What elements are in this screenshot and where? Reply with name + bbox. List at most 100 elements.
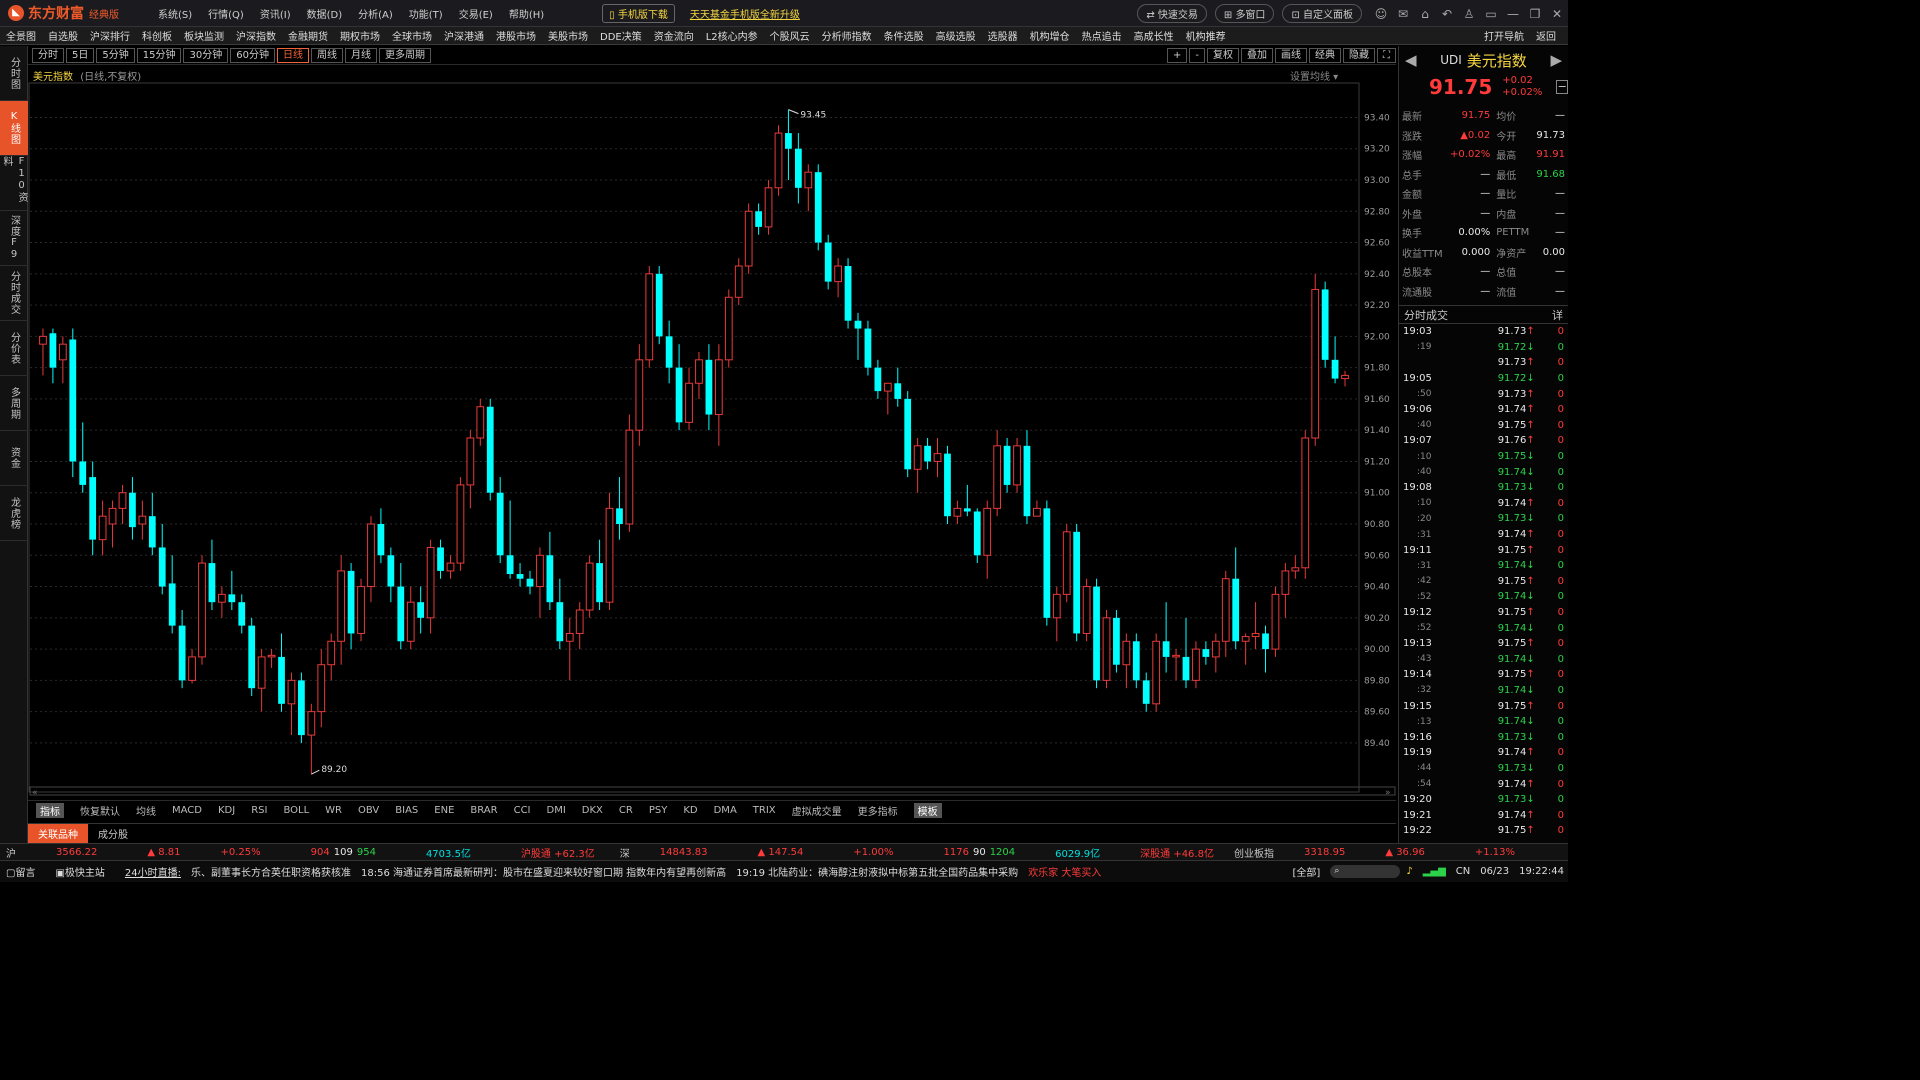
indicator-tab[interactable]: MACD [172,805,202,816]
indicator-tab[interactable]: KDJ [218,805,235,816]
left-tab[interactable]: K线图 [0,101,28,156]
indicator-tab[interactable]: 指标 [36,802,64,818]
nav-item[interactable]: 热点追击 [1076,28,1128,43]
indicator-tab[interactable]: 虚拟成交量 [792,803,842,818]
menu-item[interactable]: 数据(D) [307,10,343,21]
live-label[interactable]: 24小时直播: [125,864,181,879]
menu-item[interactable]: 行情(Q) [208,10,244,21]
restore-icon[interactable]: ❐ [1524,7,1546,21]
nav-item[interactable]: L2核心内参 [700,28,764,43]
nav-item[interactable]: 沪深排行 [84,28,136,43]
custom-panel-button[interactable]: ⊡ 自定义面板 [1282,4,1362,23]
chart-tool-button[interactable]: 隐藏 [1343,48,1375,63]
indicator-tab[interactable]: 更多指标 [858,803,898,818]
chart-tool-button[interactable]: + [1167,48,1188,63]
left-tab[interactable]: 龙虎榜 [0,486,28,541]
period-button[interactable]: 60分钟 [230,47,275,63]
indicator-tab[interactable]: DMA [714,805,737,816]
nav-item[interactable]: 机构推荐 [1180,28,1232,43]
left-tab[interactable]: F10资料 [0,156,28,211]
period-button[interactable]: 分时 [32,47,64,63]
indicator-tab[interactable]: PSY [649,805,668,816]
minimize-icon[interactable]: — [1502,7,1524,21]
shirt-icon[interactable]: ♙ [1458,7,1480,21]
constituents-tab[interactable]: 成分股 [88,824,138,843]
indicator-tab[interactable]: BRAR [470,805,497,816]
fullscreen-icon[interactable]: ⛶ [1377,48,1396,63]
home-icon[interactable]: ⌂ [1414,7,1436,21]
nav-item[interactable]: 分析师指数 [816,28,878,43]
indicator-tab[interactable]: RSI [251,805,267,816]
nav-item[interactable]: 全景图 [0,28,42,43]
nav-item[interactable]: 条件选股 [878,28,930,43]
ma-settings-button[interactable]: 设置均线 ▾ [1290,68,1338,83]
left-tab[interactable]: 资金 [0,431,28,486]
indicator-tab[interactable]: WR [325,805,342,816]
nav-item[interactable]: 沪深指数 [230,28,282,43]
close-icon[interactable]: ✕ [1546,7,1568,21]
indicator-tab[interactable]: DKX [582,805,603,816]
return-button[interactable]: 返回 [1530,28,1562,43]
period-button[interactable]: 日线 [276,47,309,63]
all-news-button[interactable]: [全部] [1293,864,1321,879]
left-tab[interactable]: 分价表 [0,321,28,376]
period-button[interactable]: 15分钟 [136,47,182,63]
menu-item[interactable]: 资讯(I) [260,10,291,21]
nav-item[interactable]: 科创板 [136,28,178,43]
news-item-1[interactable]: 乐、副董事长方合英任职资格获核准 [191,864,351,879]
nav-item[interactable]: 高级选股 [930,28,982,43]
nav-item[interactable]: 港股市场 [490,28,542,43]
nav-item[interactable]: 自选股 [42,28,84,43]
mobile-download-button[interactable]: ▯ 手机版下载 [602,3,675,23]
indicator-tab[interactable]: DMI [547,805,566,816]
indicator-tab[interactable]: CR [619,805,633,816]
menu-item[interactable]: 交易(E) [459,10,493,21]
indicator-tab[interactable]: 恢复默认 [80,803,120,818]
left-tab[interactable]: 多周期 [0,376,28,431]
nav-item[interactable]: 资金流向 [648,28,700,43]
chart-tool-button[interactable]: 复权 [1207,48,1239,63]
chart-tool-button[interactable]: - [1189,48,1205,63]
open-nav-button[interactable]: 打开导航 [1478,28,1530,43]
multi-window-button[interactable]: ⊞ 多窗口 [1214,4,1275,23]
news-item-2[interactable]: 18:56 海通证券首席最新研判：股市在盛夏迎来较好窗口期 指数年内有望再创新高 [361,864,726,879]
menu-item[interactable]: 分析(A) [358,10,393,21]
nav-item[interactable]: 美股市场 [542,28,594,43]
period-button[interactable]: 30分钟 [183,47,229,63]
kline-chart[interactable]: 89.40 89.60 89.80 90.00 90.20 90.40 90.60 90.80… [28,82,1396,797]
back-icon[interactable]: ↶ [1436,7,1458,21]
indicator-tab[interactable]: BOLL [283,805,309,816]
nav-item[interactable]: 全球市场 [386,28,438,43]
menu-item[interactable]: 帮助(H) [509,10,544,21]
nav-item[interactable]: 机构增仓 [1024,28,1076,43]
next-arrow-icon[interactable]: ▶ [1550,51,1562,69]
chart-tool-button[interactable]: 经典 [1309,48,1341,63]
nav-item[interactable]: DDE决策 [594,28,648,43]
chart-tool-button[interactable]: 叠加 [1241,48,1273,63]
nav-item[interactable]: 板块监测 [178,28,230,43]
period-button[interactable]: 更多周期 [378,47,431,63]
ticks-detail-button[interactable]: 详 [1552,307,1563,323]
indicator-tab[interactable]: 均线 [136,803,156,818]
period-button[interactable]: 5日 [66,47,95,63]
indicator-tab[interactable]: OBV [358,805,379,816]
period-button[interactable]: 月线 [344,47,377,63]
nav-item[interactable]: 选股器 [982,28,1024,43]
promo-link[interactable]: 天天基金手机版全新升级 [690,6,800,21]
prev-arrow-icon[interactable]: ◀ [1405,51,1417,69]
mail-icon[interactable]: ✉ [1392,7,1414,21]
collapse-icon[interactable]: − [1556,80,1568,94]
period-button[interactable]: 5分钟 [96,47,135,63]
indicator-tab[interactable]: BIAS [395,805,418,816]
menu-item[interactable]: 系统(S) [158,10,192,21]
news-item-3[interactable]: 19:19 北陆药业：碘海醇注射液拟中标第五批全国药品集中采购 [736,864,1018,879]
nav-item[interactable]: 高成长性 [1128,28,1180,43]
search-input[interactable]: ⌕ [1330,865,1401,878]
nav-item[interactable]: 沪深港通 [438,28,490,43]
related-instruments-tab[interactable]: 关联品种 [28,823,88,843]
nav-item[interactable]: 个股风云 [764,28,816,43]
indicator-tab[interactable]: CCI [514,805,531,816]
period-button[interactable]: 周线 [310,47,343,63]
indicator-tab[interactable]: TRIX [753,805,776,816]
left-tab[interactable]: 深度F9 [0,211,28,266]
